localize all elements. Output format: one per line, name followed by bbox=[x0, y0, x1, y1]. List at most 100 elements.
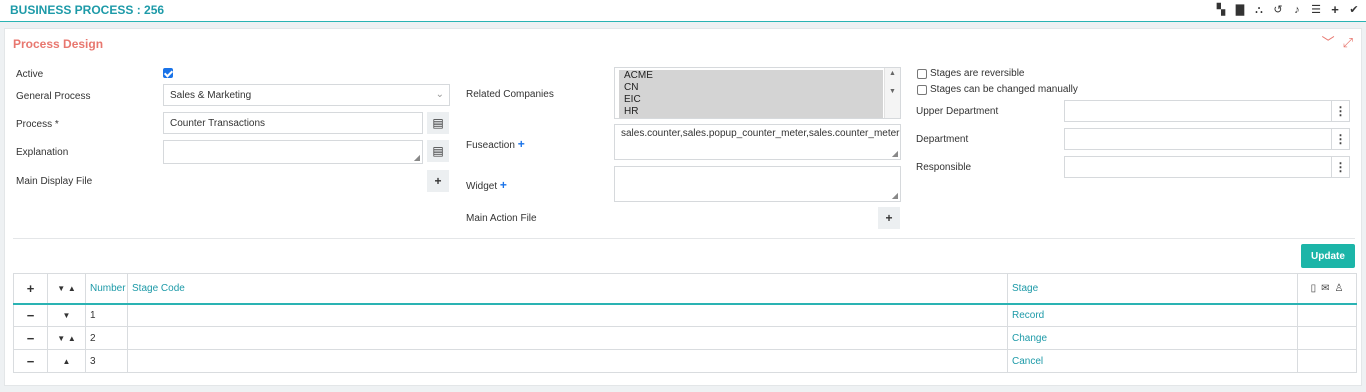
add-row-cell[interactable]: + bbox=[13, 273, 48, 305]
expand-icon[interactable]: ⤢ bbox=[1343, 36, 1353, 49]
more-vertical-icon: ⋮ bbox=[1334, 160, 1347, 174]
company-option[interactable]: CN bbox=[619, 82, 883, 94]
add-fuseaction-icon[interactable]: + bbox=[518, 137, 525, 151]
stages-manual-label: Stages can be changed manually bbox=[930, 84, 1078, 95]
minus-icon[interactable]: − bbox=[27, 308, 35, 323]
table-header-row: + ▼ ▲ Number Stage Code Stage ▯ ✉ ♙ bbox=[13, 273, 1357, 305]
row-stage-code[interactable] bbox=[127, 349, 1008, 373]
page-title: BUSINESS PROCESS : 256 bbox=[10, 3, 165, 17]
department-input[interactable] bbox=[1064, 128, 1332, 150]
book-button[interactable]: ▤ bbox=[427, 112, 449, 134]
process-design-panel: Process Design ﹀ ⤢ Active General Proces… bbox=[4, 28, 1362, 386]
add-action-file-button[interactable]: + bbox=[878, 207, 900, 229]
top-bar: BUSINESS PROCESS : 256 ▚ ▇ ⛬ ↺ ♪ ☰ + ✔ bbox=[0, 0, 1366, 22]
scroll-down-icon[interactable]: ▼ bbox=[885, 86, 900, 98]
table-row: − ▼ 1 Record bbox=[13, 303, 1357, 327]
general-process-value: Sales & Marketing bbox=[170, 89, 252, 101]
header-number: Number bbox=[85, 273, 128, 305]
row-stage-link[interactable]: Cancel bbox=[1007, 349, 1298, 373]
scroll-up-icon[interactable]: ▲ bbox=[885, 68, 900, 80]
row-stage-link[interactable]: Record bbox=[1007, 303, 1298, 327]
qr-icon[interactable]: ▚ bbox=[1215, 4, 1227, 16]
table-row: − ▼ ▲ 2 Change bbox=[13, 326, 1357, 350]
list-icon[interactable]: ☰ bbox=[1310, 4, 1322, 16]
update-button[interactable]: Update bbox=[1301, 244, 1355, 268]
department-label: Department bbox=[916, 134, 969, 145]
minus-icon[interactable]: − bbox=[27, 331, 35, 346]
mobile-icon: ▯ bbox=[1310, 282, 1317, 294]
add-display-file-button[interactable]: + bbox=[427, 170, 449, 192]
row-number: 2 bbox=[85, 326, 128, 350]
responsible-input[interactable] bbox=[1064, 156, 1332, 178]
check-icon[interactable]: ✔ bbox=[1348, 4, 1360, 16]
upper-department-input[interactable] bbox=[1064, 100, 1332, 122]
upper-department-menu-button[interactable]: ⋮ bbox=[1332, 100, 1350, 122]
department-menu-button[interactable]: ⋮ bbox=[1332, 128, 1350, 150]
row-icons-cell bbox=[1297, 303, 1357, 327]
header-icons-cell: ▯ ✉ ♙ bbox=[1297, 273, 1357, 305]
remove-row-cell[interactable]: − bbox=[13, 349, 48, 373]
process-label: Process * bbox=[16, 119, 59, 130]
add-widget-icon[interactable]: + bbox=[500, 178, 507, 192]
move-cell: ▼ bbox=[47, 303, 86, 327]
remove-row-cell[interactable]: − bbox=[13, 326, 48, 350]
active-checkbox[interactable] bbox=[163, 68, 173, 78]
more-vertical-icon: ⋮ bbox=[1334, 104, 1347, 118]
explanation-book-button[interactable]: ▤ bbox=[427, 140, 449, 162]
general-process-label: General Process bbox=[16, 91, 91, 102]
company-option[interactable]: HR bbox=[619, 106, 883, 118]
row-number: 3 bbox=[85, 349, 128, 373]
plus-icon[interactable]: + bbox=[1329, 3, 1341, 16]
process-input[interactable]: Counter Transactions bbox=[163, 112, 423, 134]
row-number: 1 bbox=[85, 303, 128, 327]
explanation-label: Explanation bbox=[16, 147, 69, 158]
responsible-label: Responsible bbox=[916, 162, 972, 173]
fuseaction-textarea[interactable]: sales.counter,sales.popup_counter_meter,… bbox=[614, 124, 901, 160]
book-icon: ▤ bbox=[432, 116, 444, 130]
panel-title: Process Design bbox=[13, 37, 104, 51]
move-down-icon[interactable]: ▼ bbox=[57, 334, 65, 343]
row-stage-code[interactable] bbox=[127, 326, 1008, 350]
row-stage-code[interactable] bbox=[127, 303, 1008, 327]
company-options: ACME CN EIC HR bbox=[619, 70, 883, 118]
minus-icon[interactable]: − bbox=[27, 354, 35, 369]
stages-reversible-checkbox[interactable] bbox=[917, 69, 927, 79]
main-action-file-label: Main Action File bbox=[466, 213, 537, 224]
top-toolbar: ▚ ▇ ⛬ ↺ ♪ ☰ + ✔ bbox=[1215, 3, 1360, 16]
sort-cell: ▼ ▲ bbox=[47, 273, 86, 305]
sort-up-icon[interactable]: ▲ bbox=[68, 284, 76, 293]
move-cell: ▼ ▲ bbox=[47, 326, 86, 350]
list-scrollbar[interactable]: ▲ ▼ bbox=[884, 68, 900, 118]
move-down-icon[interactable]: ▼ bbox=[63, 311, 71, 320]
chevron-down-icon: ⌄ bbox=[435, 89, 444, 100]
widget-textarea[interactable]: ◢ bbox=[614, 166, 901, 202]
company-option[interactable]: ACME bbox=[619, 70, 883, 82]
responsible-menu-button[interactable]: ⋮ bbox=[1332, 156, 1350, 178]
fuseaction-value: sales.counter,sales.popup_counter_meter,… bbox=[621, 128, 900, 139]
history-icon[interactable]: ↺ bbox=[1272, 4, 1284, 16]
resize-grip-icon: ◢ bbox=[891, 149, 898, 158]
company-option[interactable]: EIC bbox=[619, 94, 883, 106]
sort-down-icon[interactable]: ▼ bbox=[57, 284, 65, 293]
remove-row-cell[interactable]: − bbox=[13, 303, 48, 327]
main-display-file-label: Main Display File bbox=[16, 176, 93, 187]
move-up-icon[interactable]: ▲ bbox=[63, 357, 71, 366]
explanation-textarea[interactable]: ◢ bbox=[163, 140, 423, 164]
plus-icon[interactable]: + bbox=[27, 281, 35, 296]
stages-manual-checkbox[interactable] bbox=[917, 85, 927, 95]
bell-icon[interactable]: ♪ bbox=[1291, 4, 1303, 16]
section-divider bbox=[13, 238, 1355, 239]
folder-icon[interactable]: ▇ bbox=[1234, 4, 1246, 16]
stages-table: + ▼ ▲ Number Stage Code Stage ▯ ✉ ♙ − ▼ … bbox=[13, 273, 1357, 373]
resize-grip-icon: ◢ bbox=[413, 153, 420, 162]
row-stage-link[interactable]: Change bbox=[1007, 326, 1298, 350]
process-value: Counter Transactions bbox=[170, 117, 266, 129]
sitemap-icon[interactable]: ⛬ bbox=[1253, 4, 1265, 16]
move-up-icon[interactable]: ▲ bbox=[68, 334, 76, 343]
collapse-icon[interactable]: ﹀ bbox=[1322, 36, 1335, 49]
user-icon: ♙ bbox=[1334, 282, 1344, 294]
row-icons-cell bbox=[1297, 349, 1357, 373]
related-companies-list[interactable]: ACME CN EIC HR ▲ ▼ bbox=[614, 67, 901, 119]
active-label: Active bbox=[16, 69, 44, 80]
general-process-select[interactable]: Sales & Marketing ⌄ bbox=[163, 84, 450, 106]
